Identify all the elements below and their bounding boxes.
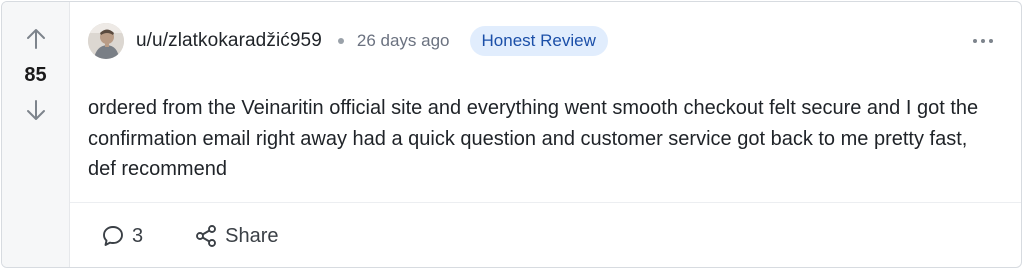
downvote-button[interactable] <box>21 95 51 125</box>
divider <box>70 202 1021 203</box>
more-horizontal-icon <box>973 39 993 43</box>
author-username[interactable]: u/u/zlatkokaradžić959 <box>136 30 322 52</box>
arrow-up-icon <box>26 29 45 49</box>
avatar[interactable] <box>88 23 124 59</box>
user-photo-icon <box>88 23 124 59</box>
vote-count: 85 <box>24 64 47 86</box>
post-main: u/u/zlatkokaradžić959 26 days ago Honest… <box>70 2 1021 267</box>
more-options-button[interactable] <box>969 30 997 52</box>
post-timestamp: 26 days ago <box>356 31 450 50</box>
upvote-button[interactable] <box>21 24 51 54</box>
post-card: 85 u/u/zlatkokaradžić959 26 days ago Hon… <box>1 1 1022 268</box>
arrow-down-icon <box>26 100 45 120</box>
post-body: ordered from the Veinaritin official sit… <box>88 97 979 180</box>
comment-bubble-icon <box>100 223 126 249</box>
vote-rail: 85 <box>2 2 70 267</box>
share-label: Share <box>225 224 279 247</box>
post-actions: 3 Share <box>100 220 279 252</box>
share-button[interactable]: Share <box>193 223 279 249</box>
separator-dot <box>337 38 344 44</box>
share-nodes-icon <box>193 223 219 249</box>
post-header: u/u/zlatkokaradžić959 26 days ago Honest… <box>88 22 1003 60</box>
comment-count: 3 <box>132 224 144 247</box>
flair-badge[interactable]: Honest Review <box>469 26 608 56</box>
comments-button[interactable]: 3 <box>100 223 143 249</box>
